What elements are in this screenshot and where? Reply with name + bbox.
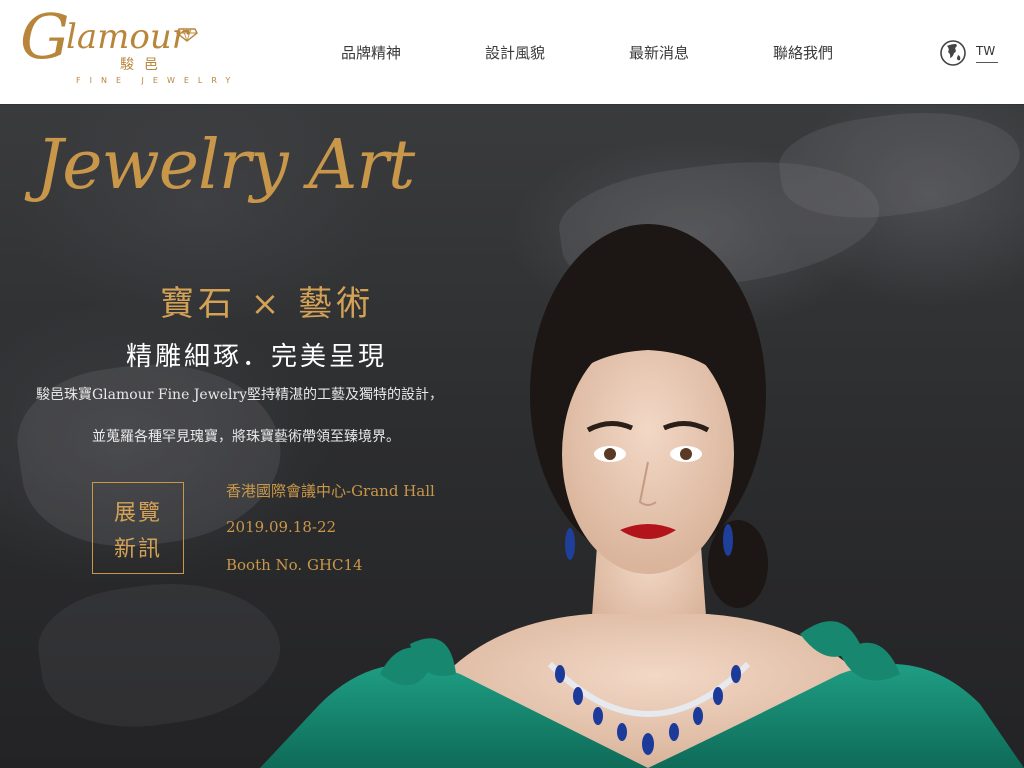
- page: G lamour 駿邑 FINE JEWELRY 品牌精神 設計風貌 最新消息 …: [0, 0, 1024, 768]
- language-switcher[interactable]: TW: [940, 40, 1004, 68]
- nav-item-brand-spirit[interactable]: 品牌精神: [341, 42, 401, 63]
- hero-description-line2: 並蒐羅各種罕見瑰寶，將珠寶藝術帶領至臻境界。: [92, 429, 400, 445]
- exhibition-button-line1: 展覽: [113, 501, 162, 526]
- main-nav: 品牌精神 設計風貌 最新消息 聯絡我們: [0, 42, 1024, 64]
- globe-icon: [940, 40, 966, 66]
- exhibition-venue: 香港國際會議中心-Grand Hall: [226, 482, 435, 500]
- background-brushstroke: [31, 567, 289, 741]
- hero-banner: Jewelry Art 寶石 × 藝術 精雕細琢．完美呈現 駿邑珠寶Glamou…: [0, 104, 1024, 768]
- language-underline: [976, 62, 998, 63]
- diamond-icon: [176, 28, 198, 42]
- site-header: G lamour 駿邑 FINE JEWELRY 品牌精神 設計風貌 最新消息 …: [0, 0, 1024, 104]
- hero-description-line1: 駿邑珠寶Glamour Fine Jewelry堅持精湛的工藝及獨特的設計，: [36, 387, 444, 403]
- language-label: TW: [976, 44, 996, 58]
- exhibition-booth: Booth No. GHC14: [226, 556, 363, 574]
- hero-headline-secondary: 精雕細琢．完美呈現: [126, 342, 388, 372]
- nav-item-design-style[interactable]: 設計風貌: [485, 42, 545, 63]
- exhibition-date: 2019.09.18-22: [226, 518, 337, 536]
- nav-item-contact[interactable]: 聯絡我們: [773, 42, 833, 63]
- hero-title-script: Jewelry Art: [36, 126, 415, 205]
- logo-tagline: FINE JEWELRY: [76, 76, 240, 85]
- exhibition-button-line2: 新訊: [113, 537, 162, 562]
- nav-item-news[interactable]: 最新消息: [629, 42, 689, 63]
- exhibition-news-button[interactable]: 展覽 新訊: [92, 482, 184, 574]
- hero-headline-primary: 寶石 × 藝術: [160, 284, 375, 324]
